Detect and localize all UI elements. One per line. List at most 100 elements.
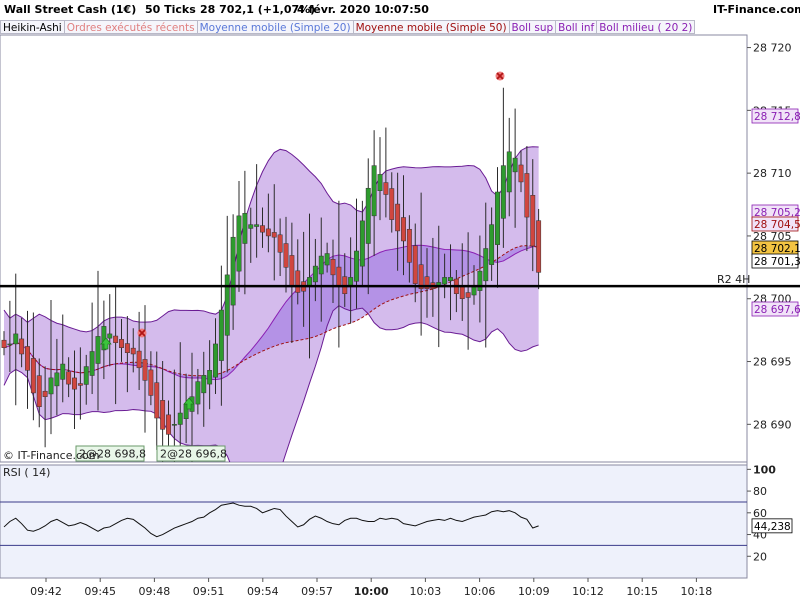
candle-body — [89, 351, 95, 376]
legend-item-sma20[interactable]: Moyenne mobile (Simple 20) — [197, 20, 354, 34]
x-tick-label: 10:12 — [572, 585, 604, 598]
rsi-tick-label: 40 — [753, 529, 767, 542]
candle-body — [60, 363, 66, 380]
y-tick-label: 28 690 — [753, 418, 792, 431]
price-box — [751, 216, 799, 232]
rsi-line — [3, 502, 539, 538]
rsi-value-box — [751, 518, 793, 534]
price-chart[interactable]: 28 69028 69528 70028 70528 71028 71528 7… — [0, 0, 800, 600]
instrument-name: Wall Street Cash (1€) — [4, 3, 137, 16]
candle — [242, 170, 248, 295]
title-bar: Wall Street Cash (1€) 50 Ticks 28 702,1 … — [0, 0, 800, 20]
candle — [236, 181, 242, 292]
candle — [424, 248, 430, 318]
annotation-order-2: 2@28 696,8 — [160, 448, 227, 461]
candle — [107, 294, 113, 367]
candle — [277, 218, 283, 277]
rsi-tick-label: 80 — [753, 485, 767, 498]
candle — [160, 361, 166, 462]
candle-body — [25, 346, 30, 371]
candle-body — [506, 151, 512, 193]
price-box — [751, 301, 799, 317]
candle — [436, 225, 442, 348]
annotation-order-2-box — [156, 445, 226, 462]
candle-body — [166, 414, 171, 435]
candle-body — [389, 188, 395, 220]
candle-body — [107, 333, 113, 339]
candle-body — [83, 366, 89, 385]
candle — [383, 127, 389, 218]
candle-body — [406, 228, 412, 263]
y-tick-label: 28 710 — [753, 167, 792, 180]
candle-body — [448, 277, 453, 281]
candle-body — [136, 350, 142, 369]
legend-item-sma50[interactable]: Moyenne mobile (Simple 50) — [353, 20, 510, 34]
candle — [412, 223, 418, 303]
candle-body — [489, 224, 495, 265]
candle — [377, 137, 383, 221]
reference-line-label: R2 4H — [717, 273, 750, 286]
bollinger-upper — [3, 146, 539, 333]
candle — [401, 175, 406, 276]
candle-body — [395, 203, 401, 232]
legend-item-boll-inf[interactable]: Boll inf — [556, 20, 598, 34]
candle — [307, 213, 312, 359]
candle — [254, 164, 260, 258]
price-box — [751, 204, 799, 220]
candle-body — [13, 333, 19, 345]
candle-body — [36, 375, 42, 407]
x-tick-label: 09:45 — [84, 585, 116, 598]
candle-body — [101, 326, 107, 351]
candle-body — [359, 220, 365, 267]
candle-body — [213, 343, 218, 378]
candle-body — [277, 234, 283, 253]
candle — [442, 253, 448, 299]
candle — [142, 305, 148, 433]
price-box — [751, 253, 799, 269]
candle-body — [412, 245, 418, 284]
x-tick-label: 10:06 — [464, 585, 496, 598]
candle — [42, 366, 48, 448]
candle — [224, 215, 230, 373]
candle-body — [113, 335, 119, 343]
candle-body — [536, 220, 542, 273]
candle-body — [42, 390, 48, 397]
legend-item-orders[interactable]: Ordres exécutés récents — [64, 20, 198, 34]
candle — [1, 331, 7, 356]
price-plot-area — [1, 87, 542, 462]
candle-body — [295, 270, 301, 293]
candle-body — [248, 224, 254, 229]
candle — [148, 351, 154, 406]
candle-body — [459, 286, 465, 299]
candle-body — [483, 248, 489, 282]
candle — [130, 328, 136, 373]
price-box — [751, 108, 799, 124]
candle — [183, 373, 189, 444]
candle-body — [260, 225, 265, 233]
legend-item-heikin-ashi[interactable]: Heikin-Ashi — [0, 20, 65, 34]
legend-item-boll-mid[interactable]: Boll milieu ( 20 2) — [597, 20, 696, 34]
candle — [395, 172, 401, 271]
candle-body — [330, 259, 336, 276]
candle-body — [371, 165, 377, 217]
candle-body — [254, 224, 260, 227]
y-tick-label: 28 720 — [753, 42, 792, 55]
annotation-order-1: 2@28 698,8 — [79, 448, 146, 461]
candle-body — [430, 282, 436, 289]
candle — [459, 243, 465, 321]
candle-body — [453, 278, 459, 294]
candle — [213, 318, 218, 394]
candle — [283, 216, 289, 293]
candle-body — [142, 359, 148, 381]
candle — [512, 108, 518, 228]
candle-body — [512, 157, 518, 173]
candle-body — [119, 339, 124, 348]
legend-item-boll-sup[interactable]: Boll sup — [509, 20, 557, 34]
candle-body — [236, 215, 242, 272]
candle — [354, 198, 359, 309]
candle — [19, 317, 25, 368]
candle — [48, 299, 54, 435]
candle-body — [471, 285, 477, 296]
candle-body — [401, 217, 406, 242]
x-tick-label: 09:57 — [301, 585, 333, 598]
